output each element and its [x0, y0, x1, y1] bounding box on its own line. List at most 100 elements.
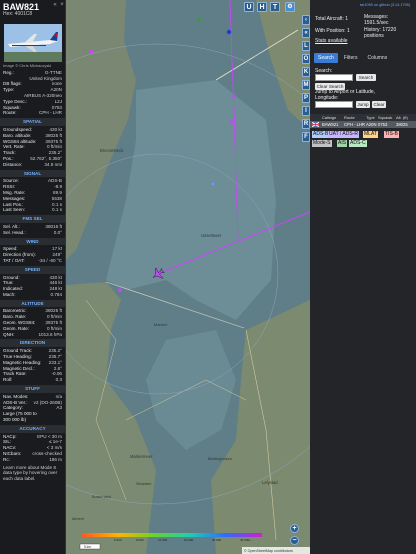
map-button-u[interactable]: U — [244, 2, 254, 12]
legend-chip: ADS-C — [349, 140, 367, 147]
map-label-biddinghuizen: Biddinghuizen — [208, 457, 232, 461]
map-label-marken: Marken — [154, 322, 167, 327]
legend-chip: AIS — [337, 140, 348, 147]
stats-panel: tar1090 on github (3.14.1795) Total Airc… — [310, 0, 416, 554]
legend-chip: UAT / ADS-R — [328, 131, 359, 138]
github-link[interactable]: tar1090 on github (3.14.1795) — [360, 3, 410, 7]
legend-chip: TIS-B — [384, 131, 399, 138]
info-value: 0.784 — [50, 291, 63, 297]
column-altitude[interactable]: Alt. (ft) — [394, 114, 414, 121]
map-button-h[interactable]: H — [257, 2, 267, 12]
section-header[interactable]: SIGNAL — [0, 169, 65, 178]
legend-chip: MLAT — [363, 131, 378, 138]
collapse-right-icon[interactable]: ‹ — [302, 15, 310, 25]
aircraft-table-header: Callsign Route Type Squawk Alt. (ft) — [310, 114, 416, 121]
svg-text:20 000: 20 000 — [184, 538, 194, 542]
info-value: 0.3 — [55, 377, 62, 383]
jump-label: Jump to Airport or Latitude, Longitude: — [315, 89, 376, 101]
map-button-i[interactable]: I — [302, 106, 310, 116]
tab-search[interactable]: Search — [314, 53, 338, 63]
info-value: 34.9 nmi — [44, 161, 62, 167]
info-key: 300 000 lb) — [3, 417, 26, 423]
cell-callsign: BAW821 — [322, 122, 339, 127]
jump-input[interactable] — [315, 101, 353, 108]
zoom-out-button[interactable]: − — [290, 536, 299, 545]
info-key: Rc: — [3, 456, 10, 462]
svg-text:6 000: 6 000 — [114, 538, 122, 542]
settings-gear-icon[interactable]: ⚙ — [285, 2, 295, 12]
stats-available-link[interactable]: Stats available — [315, 38, 348, 44]
section-header[interactable]: STUFF — [0, 385, 65, 393]
map-button-t[interactable]: T — [270, 2, 280, 12]
info-key: Distance: — [3, 161, 23, 167]
jump-button[interactable]: Jump — [356, 101, 370, 108]
info-key: Sel. Head.: — [3, 229, 26, 235]
section-header[interactable]: FMS SEL — [0, 215, 65, 223]
map-view[interactable]: Brecomtreck IJsselmeer Marken Markermeer… — [66, 0, 310, 554]
aircraft-detail-panel: BAW821 Hex: 4001C8 « × Image © Chris Mic… — [0, 0, 66, 554]
info-row: Roll: 0.3 — [0, 377, 65, 383]
info-value: -34 / -60 °C — [38, 257, 62, 263]
search-input[interactable] — [315, 74, 353, 81]
section-header[interactable]: ACCURACY — [0, 424, 65, 433]
section-header[interactable]: SPEED — [0, 265, 65, 274]
svg-text:40 000+: 40 000+ — [240, 538, 251, 542]
with-position: With Position: 1 — [315, 28, 350, 34]
section-header[interactable]: WIND — [0, 237, 65, 246]
info-value: 186 m — [49, 456, 62, 462]
info-key: Reg.: — [3, 69, 14, 75]
info-value: 0.1 s — [52, 207, 62, 213]
column-type[interactable]: Type — [364, 114, 376, 121]
info-key: TAT / OAT: — [3, 257, 25, 263]
legend-chip: Mode-S — [312, 140, 332, 147]
flag-column — [310, 114, 320, 121]
clear-button[interactable]: Clear — [372, 101, 386, 108]
svg-text:30 000: 30 000 — [212, 538, 222, 542]
tab-columns[interactable]: Columns — [363, 53, 391, 63]
map-button-k[interactable]: K — [302, 67, 310, 77]
cell-altitude: 38025 — [396, 122, 408, 127]
info-row: Sel. Head.: 0.0° — [0, 230, 65, 236]
map-button-l[interactable]: L — [302, 41, 310, 51]
panel-tabs: Search Filters Columns — [314, 53, 391, 63]
section-header[interactable]: ALTITUDE — [0, 299, 65, 308]
section-header[interactable]: SPATIAL — [0, 118, 65, 126]
altitude-scale-bar — [82, 533, 262, 537]
map-label-ijsselmeer: IJsselmeer — [201, 233, 222, 238]
info-value: 0.0° — [53, 229, 62, 235]
collapse-icon[interactable]: « — [52, 2, 58, 9]
cell-route: CPH - LHR — [344, 122, 365, 127]
app-root: BAW821 Hex: 4001C8 « × Image © Chris Mic… — [0, 0, 416, 554]
tab-filters[interactable]: Filters — [340, 53, 362, 63]
map-label-brecomtreck: Brecomtreck — [100, 148, 124, 153]
info-value: A3 — [56, 405, 62, 411]
info-row: Last Seen: 0.1 s — [0, 207, 65, 213]
zoom-in-button[interactable]: + — [290, 524, 299, 533]
info-footer: Learn more about Mode S data type by hov… — [3, 464, 58, 481]
table-row[interactable]: BAW821 CPH - LHR A20N 0753 38025 — [310, 121, 416, 128]
close-icon[interactable]: × — [59, 2, 65, 9]
aircraft-header: BAW821 Hex: 4001C8 « × — [0, 0, 65, 22]
map-button-o[interactable]: O — [302, 54, 310, 64]
column-route[interactable]: Route — [342, 114, 364, 121]
map-canvas[interactable]: Brecomtreck IJsselmeer Marken Markermeer… — [66, 0, 310, 554]
info-row: QNH: 1013.6 hPa — [0, 332, 65, 338]
expand-icon[interactable]: « — [302, 28, 310, 38]
column-callsign[interactable]: Callsign — [320, 114, 342, 121]
map-button-p[interactable]: P — [302, 93, 310, 103]
info-row: Distance: 34.9 nmi — [0, 162, 65, 168]
aircraft-photo[interactable] — [4, 24, 62, 62]
messages-value: 1591.5/sec — [364, 20, 389, 26]
column-squawk[interactable]: Squawk — [376, 114, 394, 121]
uk-flag-icon — [310, 121, 320, 128]
map-button-m[interactable]: M — [302, 80, 310, 90]
map-button-f[interactable]: F — [302, 132, 310, 142]
info-key: Last Seen: — [3, 207, 25, 213]
section-header[interactable]: DIRECTION — [0, 339, 65, 348]
map-button-r[interactable]: R — [302, 119, 310, 129]
map-label-markermeer: Markermeer — [130, 454, 153, 459]
info-row: Route: CPH - LHR — [0, 110, 65, 116]
aircraft-hex: Hex: 4001C8 — [3, 11, 33, 17]
search-button[interactable]: Search — [356, 74, 376, 81]
info-value: CPH - LHR — [39, 110, 62, 116]
